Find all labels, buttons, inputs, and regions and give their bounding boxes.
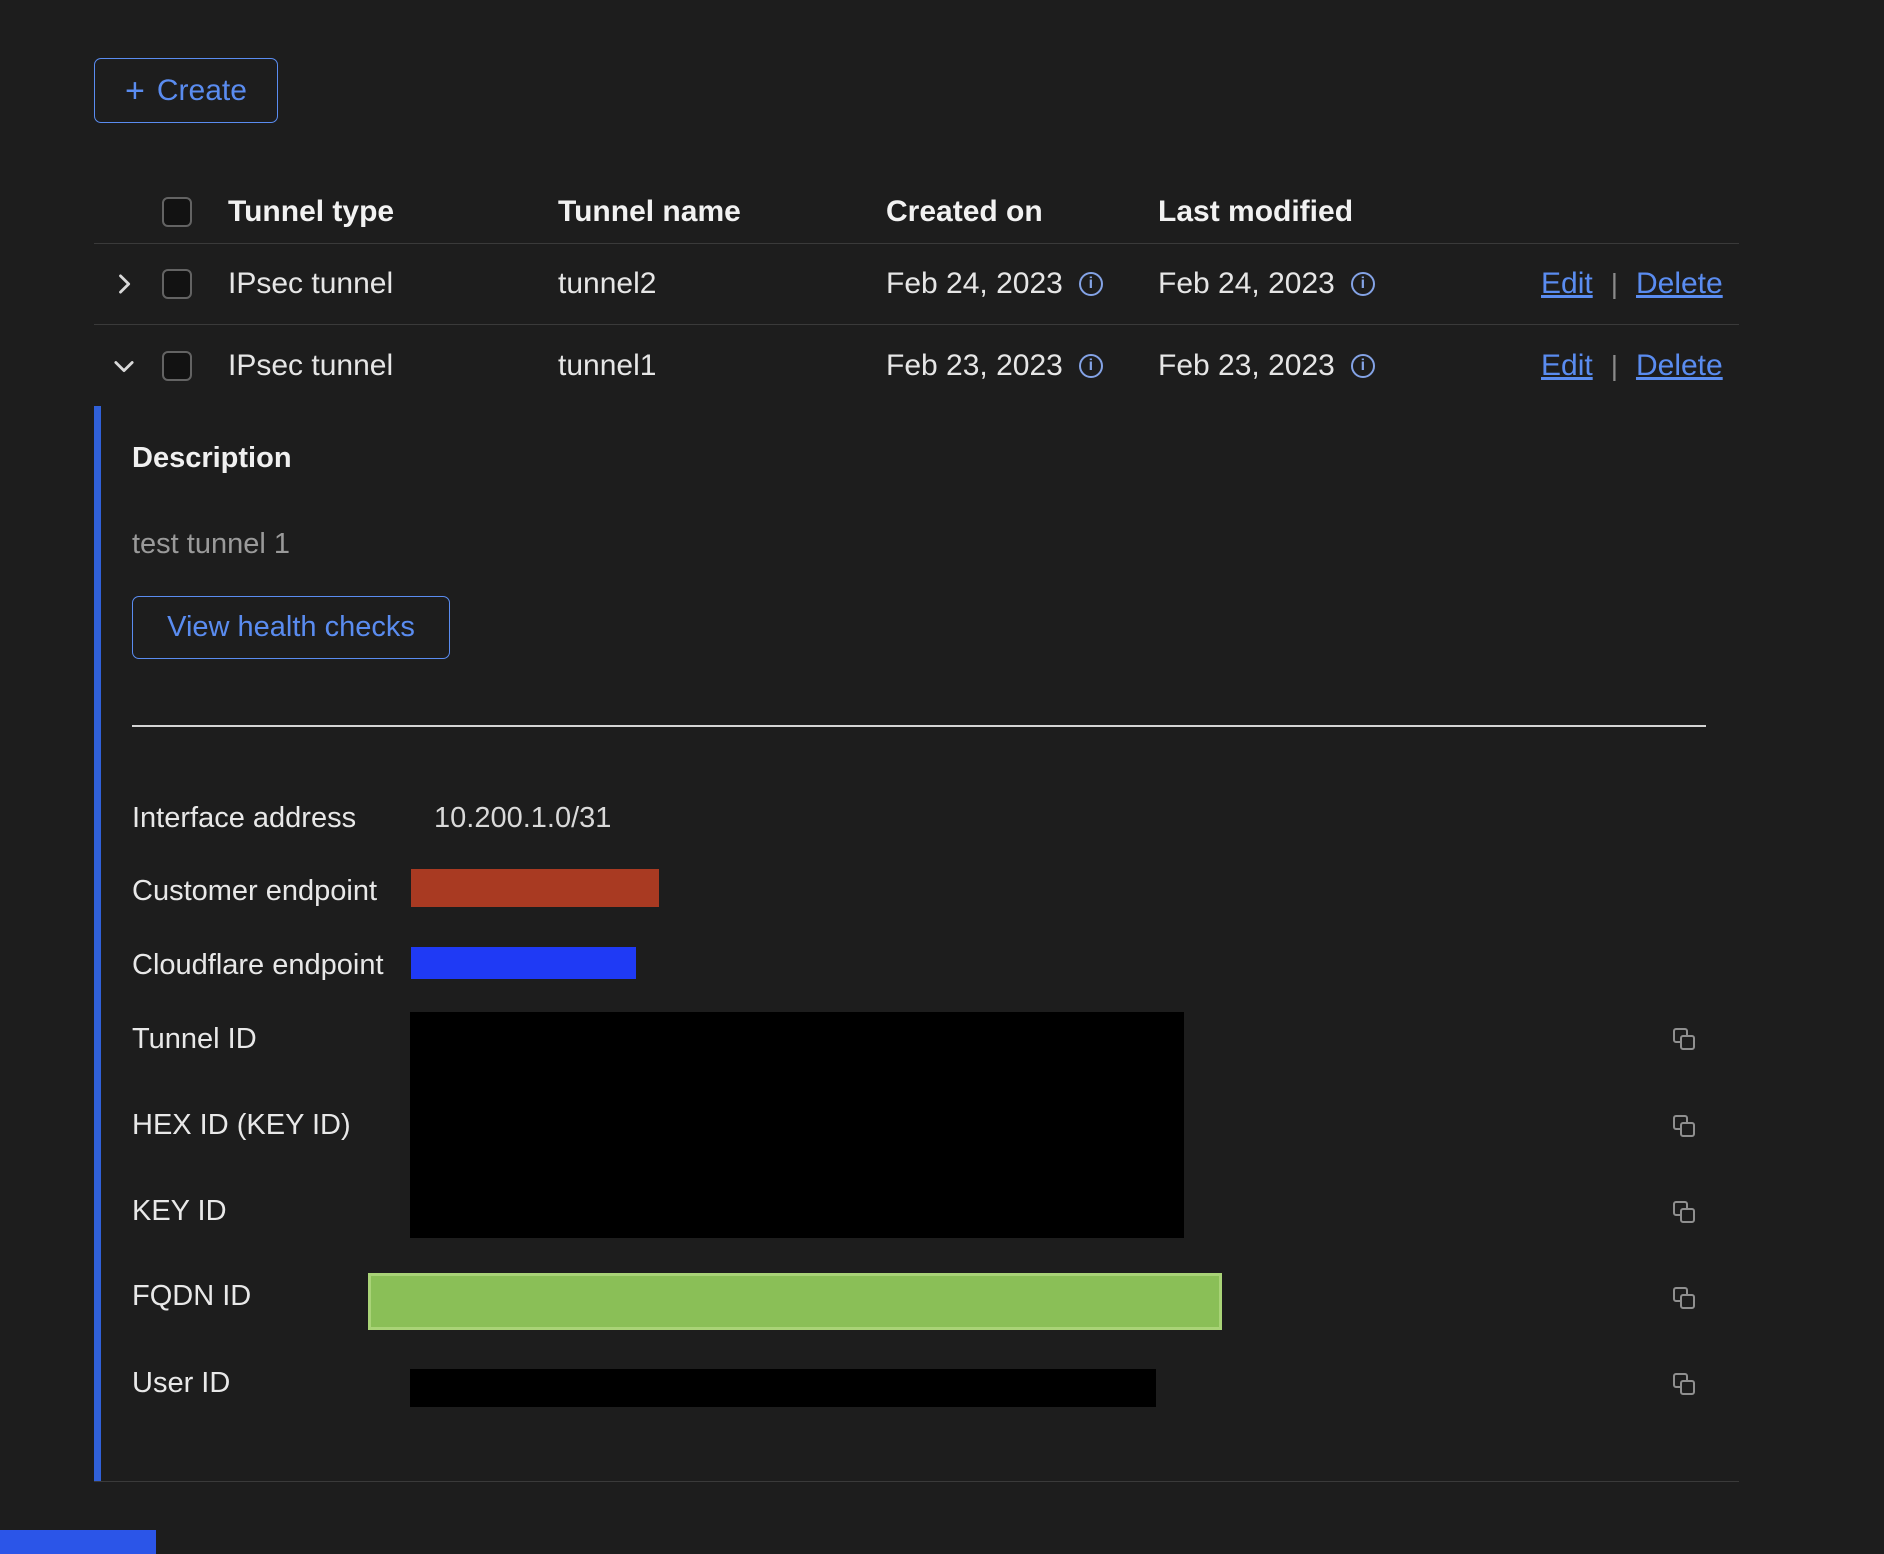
bottom-left-blue-bar[interactable] — [0, 1530, 156, 1554]
delete-link[interactable]: Delete — [1636, 267, 1723, 301]
col-header-created-on: Created on — [874, 195, 1146, 229]
user-id-redacted-value — [410, 1369, 1156, 1407]
cloudflare-endpoint-label: Cloudflare endpoint — [132, 949, 384, 982]
last-modified-value: Feb 23, 2023 — [1158, 349, 1335, 383]
copy-icon[interactable] — [1670, 1370, 1698, 1398]
info-icon[interactable]: i — [1079, 272, 1103, 296]
create-button-label: Create — [157, 74, 247, 108]
customer-endpoint-redacted-value — [411, 869, 659, 907]
customer-endpoint-label: Customer endpoint — [132, 875, 377, 908]
create-button[interactable]: + Create — [94, 58, 278, 123]
tunnel-id-label: Tunnel ID — [132, 1023, 257, 1056]
row-chevron-cell — [94, 352, 150, 380]
copy-icon[interactable] — [1670, 1284, 1698, 1312]
interface-address-label: Interface address — [132, 802, 356, 835]
key-id-label: KEY ID — [132, 1195, 227, 1228]
tunnel-name-cell: tunnel2 — [546, 267, 874, 301]
tunnel-type-cell: IPsec tunnel — [216, 349, 546, 383]
copy-icon[interactable] — [1670, 1025, 1698, 1053]
view-health-checks-button[interactable]: View health checks — [132, 596, 450, 659]
last-modified-cell: Feb 23, 2023 i — [1146, 349, 1529, 383]
info-icon[interactable]: i — [1351, 354, 1375, 378]
copy-icon[interactable] — [1670, 1112, 1698, 1140]
last-modified-cell: Feb 24, 2023 i — [1146, 267, 1529, 301]
copy-icon[interactable] — [1670, 1198, 1698, 1226]
fqdn-id-label: FQDN ID — [132, 1280, 251, 1313]
tunnel-id-redacted-value — [410, 1012, 1184, 1238]
description-value: test tunnel 1 — [132, 528, 290, 561]
info-icon[interactable]: i — [1351, 272, 1375, 296]
row-chevron-cell — [94, 270, 150, 298]
col-header-tunnel-type: Tunnel type — [216, 195, 546, 229]
tunnel-type-cell: IPsec tunnel — [216, 267, 546, 301]
page: + Create Tunnel type Tunnel name Created… — [0, 0, 1884, 1554]
last-modified-value: Feb 24, 2023 — [1158, 267, 1335, 301]
tunnel-name-cell: tunnel1 — [546, 349, 874, 383]
row-actions-cell: Edit | Delete — [1529, 349, 1749, 383]
header-checkbox-cell — [150, 197, 216, 227]
col-header-tunnel-name: Tunnel name — [546, 195, 874, 229]
row-checkbox-cell — [150, 269, 216, 299]
fqdn-id-redacted-value — [368, 1273, 1222, 1330]
row-checkbox-cell — [150, 351, 216, 381]
table-row: IPsec tunnel tunnel1 Feb 23, 2023 i Feb … — [94, 325, 1739, 406]
action-separator: | — [1611, 350, 1618, 382]
created-on-value: Feb 23, 2023 — [886, 349, 1063, 383]
hex-id-label: HEX ID (KEY ID) — [132, 1109, 351, 1142]
info-icon[interactable]: i — [1079, 354, 1103, 378]
action-separator: | — [1611, 268, 1618, 300]
tunnels-table: Tunnel type Tunnel name Created on Last … — [94, 180, 1739, 406]
row-checkbox[interactable] — [162, 351, 192, 381]
tunnel-details-panel: Description test tunnel 1 View health ch… — [94, 406, 1739, 1482]
cloudflare-endpoint-redacted-value — [411, 947, 636, 979]
created-on-cell: Feb 23, 2023 i — [874, 349, 1146, 383]
interface-address-value: 10.200.1.0/31 — [434, 802, 611, 835]
select-all-checkbox[interactable] — [162, 197, 192, 227]
edit-link[interactable]: Edit — [1541, 267, 1593, 301]
expand-chevron-icon[interactable] — [110, 270, 138, 298]
created-on-value: Feb 24, 2023 — [886, 267, 1063, 301]
delete-link[interactable]: Delete — [1636, 349, 1723, 383]
table-row: IPsec tunnel tunnel2 Feb 24, 2023 i Feb … — [94, 244, 1739, 325]
col-header-last-modified: Last modified — [1146, 195, 1529, 229]
row-checkbox[interactable] — [162, 269, 192, 299]
description-label: Description — [132, 442, 292, 475]
created-on-cell: Feb 24, 2023 i — [874, 267, 1146, 301]
row-actions-cell: Edit | Delete — [1529, 267, 1749, 301]
table-header-row: Tunnel type Tunnel name Created on Last … — [94, 180, 1739, 244]
user-id-label: User ID — [132, 1367, 230, 1400]
edit-link[interactable]: Edit — [1541, 349, 1593, 383]
collapse-chevron-icon[interactable] — [110, 352, 138, 380]
details-divider — [132, 725, 1706, 727]
plus-icon: + — [125, 74, 145, 108]
